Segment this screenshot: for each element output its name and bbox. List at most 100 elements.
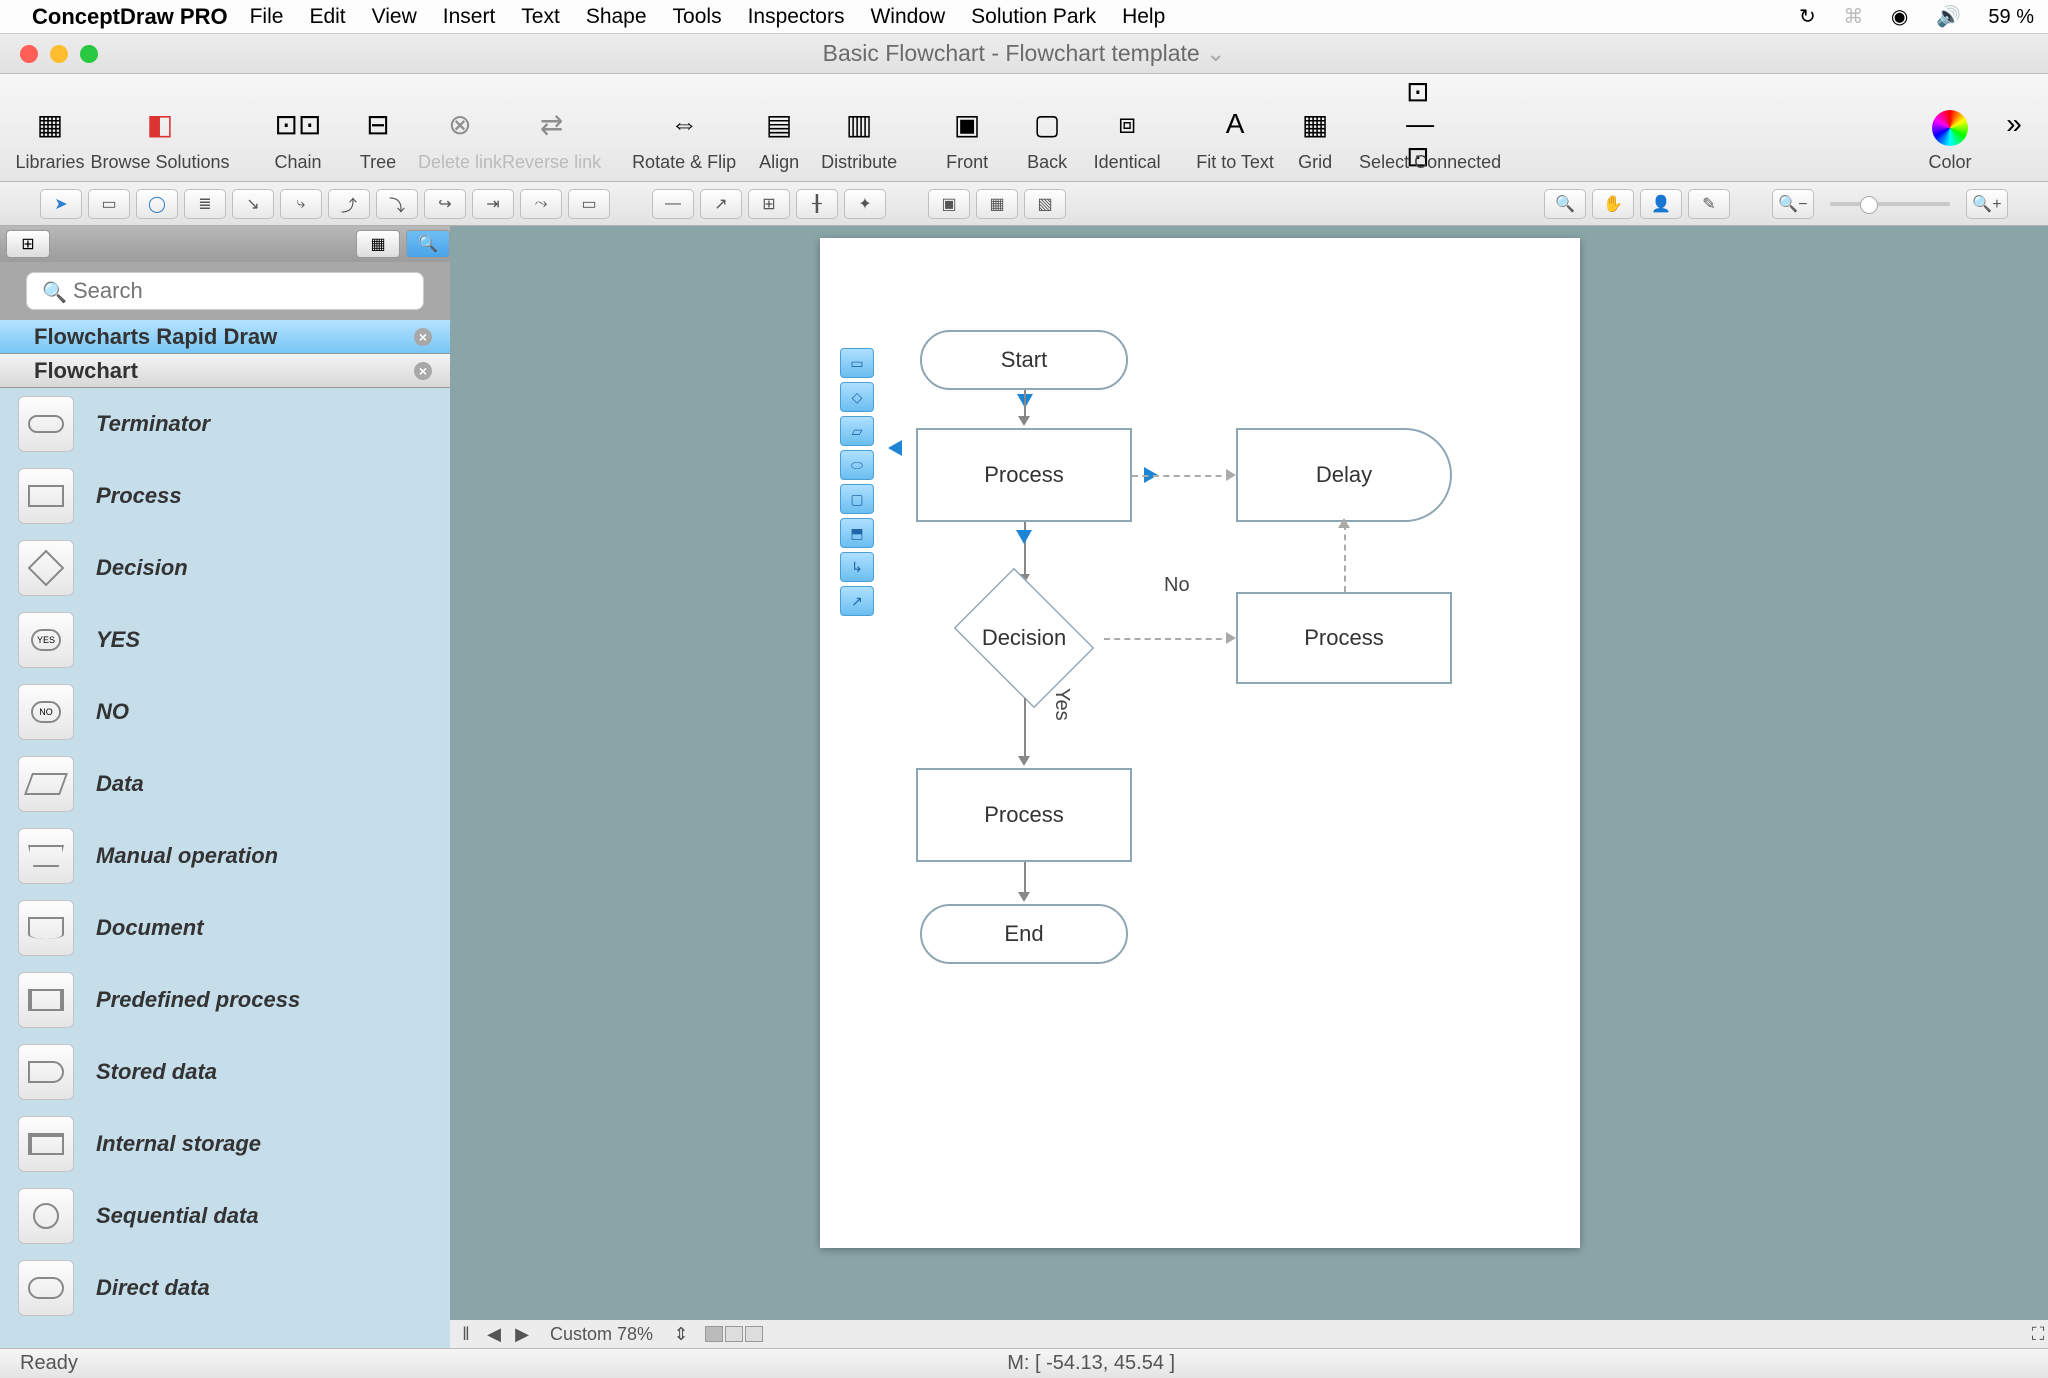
tool-group-1[interactable]: ▣ [928, 189, 970, 219]
toolbar-distribute[interactable]: ▥Distribute [819, 102, 899, 173]
toolbar-grid[interactable]: ▦Grid [1275, 102, 1355, 173]
node-decision[interactable]: Decision [944, 578, 1104, 698]
rapid-diamond-icon[interactable]: ◇ [840, 382, 874, 412]
menu-file[interactable]: File [250, 5, 284, 29]
shape-yes[interactable]: YESYES [0, 604, 450, 676]
shape-manual-operation[interactable]: Manual operation [0, 820, 450, 892]
menu-shape[interactable]: Shape [586, 5, 647, 29]
toolbar-rotate-flip[interactable]: ⇔Rotate & Flip [629, 102, 739, 173]
node-process-1[interactable]: Process [916, 428, 1132, 522]
tool-person[interactable]: 👤 [1640, 189, 1682, 219]
close-library-icon[interactable]: × [414, 362, 432, 380]
sync-icon[interactable]: ↻ [1799, 6, 1816, 28]
shape-no[interactable]: NONO [0, 676, 450, 748]
tool-connector-3[interactable]: ⤴ [328, 189, 370, 219]
menu-text[interactable]: Text [521, 5, 560, 29]
volume-icon[interactable]: 🔊 [1936, 6, 1961, 28]
zoom-slider[interactable] [1830, 202, 1950, 206]
tool-connector-8[interactable]: ▭ [568, 189, 610, 219]
toolbar-browse-solutions[interactable]: ◧Browse Solutions [90, 102, 230, 173]
node-start[interactable]: Start [920, 330, 1128, 390]
page-tabs[interactable] [705, 1326, 763, 1342]
close-library-icon[interactable]: × [414, 328, 432, 346]
shape-sequential-data[interactable]: Sequential data [0, 1180, 450, 1252]
tool-connector-1[interactable]: ↘ [232, 189, 274, 219]
menu-view[interactable]: View [372, 5, 417, 29]
toolbar-color[interactable]: Color [1910, 110, 1990, 173]
wifi-icon[interactable]: ◉ [1891, 6, 1908, 28]
zoom-in[interactable]: 🔍+ [1966, 189, 2008, 219]
node-delay[interactable]: Delay [1236, 428, 1452, 522]
shape-decision[interactable]: Decision [0, 532, 450, 604]
toolbar-chain[interactable]: ⊡⊡Chain [258, 102, 338, 173]
library-header-flowchart[interactable]: Flowchart × [0, 354, 450, 388]
tool-group-2[interactable]: ▦ [976, 189, 1018, 219]
panel-grid-button[interactable]: ▦ [356, 230, 400, 258]
toolbar-reverse-link[interactable]: ⇄Reverse link [502, 102, 601, 173]
shape-document[interactable]: Document [0, 892, 450, 964]
rapid-connector-icon[interactable]: ↳ [840, 552, 874, 582]
toolbar-tree[interactable]: ⊟Tree [338, 102, 418, 173]
zoom-stepper-icon[interactable]: ⇕ [671, 1324, 691, 1345]
toolbar-identical[interactable]: ⧈Identical [1087, 102, 1167, 173]
toolbar-select-connected[interactable]: ⊡—⊡Select Connected [1355, 102, 1505, 173]
menu-solution-park[interactable]: Solution Park [971, 5, 1096, 29]
tool-route-2[interactable]: ⊞ [748, 189, 790, 219]
rapid-terminator-icon[interactable]: ⬭ [840, 450, 874, 480]
menu-edit[interactable]: Edit [309, 5, 345, 29]
shape-terminator[interactable]: Terminator [0, 388, 450, 460]
tool-eyedrop[interactable]: ✎ [1688, 189, 1730, 219]
pause-icon[interactable]: ‖ [456, 1324, 476, 1345]
rapid-manual-icon[interactable]: ⬒ [840, 518, 874, 548]
menu-window[interactable]: Window [870, 5, 945, 29]
menu-inspectors[interactable]: Inspectors [748, 5, 845, 29]
panel-tree-button[interactable]: ⊞ [6, 230, 50, 258]
rapid-document-icon[interactable]: ▢ [840, 484, 874, 514]
tool-pan[interactable]: ✋ [1592, 189, 1634, 219]
tool-rect[interactable]: ▭ [88, 189, 130, 219]
menu-help[interactable]: Help [1122, 5, 1165, 29]
tool-route-4[interactable]: ✦ [844, 189, 886, 219]
tool-connector-4[interactable]: ⤵ [376, 189, 418, 219]
tool-select[interactable]: ➤ [40, 189, 82, 219]
toolbar-align[interactable]: ▤Align [739, 102, 819, 173]
rapid-data-icon[interactable]: ▱ [840, 416, 874, 446]
canvas-area[interactable]: ▭ ◇ ▱ ⬭ ▢ ⬒ ↳ ↗ Start Process [450, 226, 2048, 1348]
library-header-rapid-draw[interactable]: Flowcharts Rapid Draw × [0, 320, 450, 354]
shape-data[interactable]: Data [0, 748, 450, 820]
tool-line[interactable]: — [652, 189, 694, 219]
menu-insert[interactable]: Insert [443, 5, 496, 29]
rapid-hint-left-icon[interactable] [888, 440, 902, 456]
tool-connector-2[interactable]: ⤷ [280, 189, 322, 219]
rapid-arrow-icon[interactable]: ↗ [840, 586, 874, 616]
shape-process[interactable]: Process [0, 460, 450, 532]
panel-search-button[interactable]: 🔍 [406, 230, 450, 258]
app-name[interactable]: ConceptDraw PRO [32, 4, 228, 30]
toolbar-front[interactable]: ▣Front [927, 102, 1007, 173]
shape-direct-data[interactable]: Direct data [0, 1252, 450, 1324]
tool-group-3[interactable]: ▧ [1024, 189, 1066, 219]
search-input[interactable] [26, 272, 424, 310]
shape-predefined[interactable]: Predefined process [0, 964, 450, 1036]
tool-route-3[interactable]: ╂ [796, 189, 838, 219]
document-title[interactable]: Basic Flowchart - Flowchart template [823, 40, 1200, 66]
node-process-right[interactable]: Process [1236, 592, 1452, 684]
tool-route-1[interactable]: ↗ [700, 189, 742, 219]
toolbar-overflow[interactable]: » [1990, 102, 2038, 173]
zoom-level[interactable]: Custom 78% [550, 1324, 653, 1345]
toolbar-fit-to-text[interactable]: AFit to Text [1195, 102, 1275, 173]
shape-internal-storage[interactable]: Internal storage [0, 1108, 450, 1180]
next-page-icon[interactable]: ▶ [512, 1324, 532, 1345]
shape-stored-data[interactable]: Stored data [0, 1036, 450, 1108]
node-end[interactable]: End [920, 904, 1128, 964]
tool-connector-7[interactable]: ⤳ [520, 189, 562, 219]
tool-connector-5[interactable]: ↪ [424, 189, 466, 219]
toolbar-libraries[interactable]: ▦Libraries [10, 102, 90, 173]
prev-page-icon[interactable]: ◀ [484, 1324, 504, 1345]
rapid-rect-icon[interactable]: ▭ [840, 348, 874, 378]
tool-text[interactable]: ≣ [184, 189, 226, 219]
menu-tools[interactable]: Tools [673, 5, 722, 29]
tool-ellipse[interactable]: ◯ [136, 189, 178, 219]
toolbar-delete-link[interactable]: ⊗Delete link [418, 102, 502, 173]
document-page[interactable]: ▭ ◇ ▱ ⬭ ▢ ⬒ ↳ ↗ Start Process [820, 238, 1580, 1248]
